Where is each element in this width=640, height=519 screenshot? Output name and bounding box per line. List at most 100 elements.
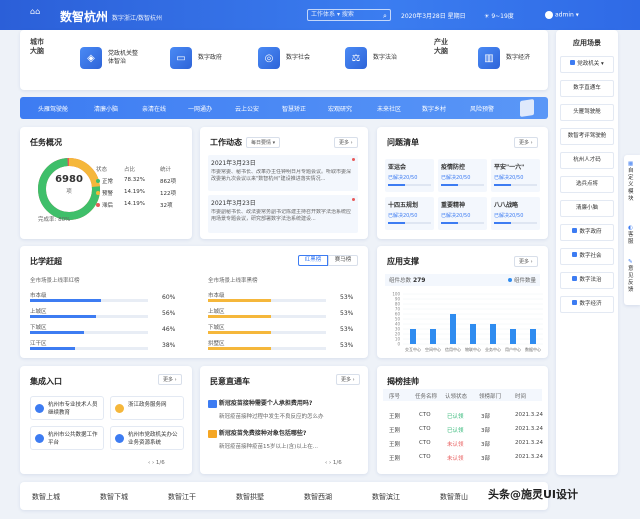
district-link[interactable]: 数智拱墅: [236, 492, 264, 502]
scene-item[interactable]: 清廉小脑: [560, 200, 614, 217]
nav-item[interactable]: 云上公安: [235, 104, 259, 113]
top-header: ⌂⌂ 数智杭州 数字浙江/数智杭州 工作体系 ▾ 搜索 ⌕ 2020年3月28日…: [0, 0, 640, 30]
scene-item[interactable]: 数字政府: [560, 224, 614, 241]
x-tick-label: 数据中心: [525, 346, 541, 352]
search-icon[interactable]: ⌕: [383, 12, 387, 21]
more-button[interactable]: 更多 ›: [514, 137, 538, 148]
work-dynamics-card: 工作动态 每日要情 ▾ 更多 › 2021年3月23日 市委常委、秘书长、改革办…: [200, 127, 368, 239]
card-title: 民意直通车: [210, 377, 250, 386]
user-menu[interactable]: admin ▾: [545, 11, 579, 19]
top-item-law[interactable]: ⚖ 数字法治: [345, 47, 397, 69]
news-item[interactable]: 2021年3月23日 市委常委、秘书长、改革办主任钟明日月专题会议。听取市委深改…: [208, 155, 358, 191]
more-button[interactable]: 更多 ›: [514, 256, 538, 267]
scene-item[interactable]: 数字直通车: [560, 80, 614, 97]
pager[interactable]: ‹ › 1/6: [325, 460, 342, 466]
opinion-item[interactable]: 新冠疫苗接种需要个人承担费用吗? 新冠疫苗接种过程中发生不良反应的怎么办: [208, 398, 360, 420]
table-row[interactable]: 王刚 CTO 未认领 3部 2021.3.24: [383, 440, 543, 452]
more-button[interactable]: 更多 ›: [334, 137, 358, 148]
prev-icon: ‹: [325, 460, 328, 466]
rank-bar: [208, 347, 271, 350]
issue-list-card: 问题清单 更多 › 亚运会 已解决20/50 疫情防控 已解决20/50 平安"…: [377, 127, 548, 239]
integration-item[interactable]: 浙江政务服务网: [110, 396, 184, 420]
table-row[interactable]: 王刚 CTO 未认领 3部 2021.3.24: [383, 454, 543, 466]
district-link[interactable]: 数智下城: [100, 492, 128, 502]
district-link[interactable]: 数智上城: [32, 492, 60, 502]
y-tick-label: 80: [395, 302, 401, 307]
nav-item[interactable]: 亲清在线: [142, 104, 166, 113]
scene-item[interactable]: 杭州人才码: [560, 152, 614, 169]
progress-bar: [494, 222, 537, 224]
integration-item[interactable]: 杭州市专业技术人员继续教育: [30, 396, 104, 420]
issue-item[interactable]: 十四五规划 已解决20/50: [385, 197, 434, 230]
scene-item[interactable]: 数字社会: [560, 248, 614, 265]
nav-item[interactable]: 风险预警: [470, 104, 494, 113]
district-link[interactable]: 数智江干: [168, 492, 196, 502]
headset-icon: ◐: [628, 225, 633, 231]
scene-item[interactable]: 数智考评驾驶舱: [560, 128, 614, 145]
status-dot: [96, 191, 100, 195]
district-link[interactable]: 数智萧山: [440, 492, 468, 502]
app-subtitle: 数字浙江/数智杭州: [112, 15, 163, 22]
table-row[interactable]: 王刚 CTO 已认领 3部 2021.3.24: [383, 426, 543, 438]
city-brain-bar: 城市大脑 产业大脑 ◈ 党政机关整体智治 ▭ 数字政府 ◎ 数字社会 ⚖ 数字法治 ▥ 数…: [20, 30, 548, 90]
nav-item[interactable]: 头雁驾驶舱: [38, 104, 68, 113]
top-item-society[interactable]: ◎ 数字社会: [258, 47, 310, 69]
nav-item[interactable]: 智慧矫正: [282, 104, 306, 113]
select-label: 工作体系: [311, 11, 336, 18]
nav-item[interactable]: 一网通办: [188, 104, 212, 113]
header-date: 2020年3月28日 星期日: [401, 13, 466, 20]
col-header: 占比: [124, 167, 136, 173]
opinion-item[interactable]: 新冠疫苗免费接种对象包括哪些? 新冠疫苗接种疫苗15岁以上(含)以上在...: [208, 428, 360, 450]
issue-item[interactable]: 平安"一六" 已解决20/50: [491, 159, 540, 192]
nav-item[interactable]: 清廉小脑: [94, 104, 118, 113]
district-link[interactable]: 数智西湖: [304, 492, 332, 502]
scene-item[interactable]: 党政机关 ▾: [560, 56, 614, 73]
issue-item[interactable]: 八八战略 已解决20/50: [491, 197, 540, 230]
top-item-gov[interactable]: ▭ 数字政府: [170, 47, 222, 69]
more-button[interactable]: 更多 ›: [158, 374, 182, 385]
rank-row: 市本级 53%: [208, 293, 354, 302]
work-system-select[interactable]: 工作体系 ▾ 搜索: [307, 9, 391, 21]
card-title: 比学赶超: [30, 257, 62, 266]
app-icon: [115, 404, 124, 413]
scene-item[interactable]: 数字法治: [560, 272, 614, 289]
top-item-party[interactable]: ◈ 党政机关整体智治: [80, 47, 138, 69]
col-header: 统计: [160, 167, 172, 173]
top-item-economy[interactable]: ▥ 数字经济: [478, 47, 530, 69]
scene-item[interactable]: 头雁驾驶舱: [560, 104, 614, 121]
y-tick-label: 50: [395, 317, 401, 322]
search-input[interactable]: 搜索: [342, 11, 354, 18]
integration-item[interactable]: 杭州市公共数据工作平台: [30, 426, 104, 450]
grid-icon: ▦: [628, 161, 634, 167]
issue-item[interactable]: 重要精神 已解决20/50: [438, 197, 487, 230]
custom-module-button[interactable]: ▦自定义模块: [628, 161, 636, 203]
more-button[interactable]: 更多 ›: [336, 374, 360, 385]
nav-item[interactable]: 数字乡村: [422, 104, 446, 113]
service-button[interactable]: ◐客服: [628, 225, 636, 246]
district-bar: 数智上城 数智下城 数智江干 数智拱墅 数智西湖 数智滨江 数智萧山: [20, 482, 548, 510]
tab-red-black[interactable]: 红黑榜: [298, 255, 328, 266]
integration-item[interactable]: 杭州市党政机关办公业务资源系统: [110, 426, 184, 450]
scene-item[interactable]: 选兵点将: [560, 176, 614, 193]
issue-item[interactable]: 亚运会 已解决20/50: [385, 159, 434, 192]
y-tick-label: 100: [392, 292, 400, 297]
task-unit: 项: [66, 189, 72, 195]
rank-bar: [30, 299, 101, 302]
monitor-icon: ▭: [170, 47, 192, 69]
nav-item[interactable]: 宏观研究: [328, 104, 352, 113]
table-row[interactable]: 王刚 CTO 已认领 3部 2021.3.24: [383, 412, 543, 424]
district-link[interactable]: 数智滨江: [372, 492, 400, 502]
tab-race[interactable]: 赛马榜: [328, 255, 358, 266]
daily-select[interactable]: 每日要情 ▾: [246, 137, 281, 148]
news-item[interactable]: 2021年3月23日 市委副秘书长、政法委常务副书记陈建主持召开数字法治系统应用…: [208, 195, 358, 233]
feedback-button[interactable]: ✎意见反馈: [628, 259, 636, 294]
next-icon: ›: [328, 460, 332, 466]
scene-panel: 应用场景 党政机关 ▾ 数字直通车 头雁驾驶舱 数智考评驾驶舱 杭州人才码 选兵…: [556, 30, 618, 475]
y-tick-label: 30: [395, 327, 401, 332]
issue-item[interactable]: 疫情防控 已解决20/50: [438, 159, 487, 192]
pager[interactable]: ‹ › 1/6: [148, 460, 165, 466]
nav-item[interactable]: 未来社区: [377, 104, 401, 113]
scene-item[interactable]: 数字经济: [560, 296, 614, 313]
next-icon: ›: [151, 460, 155, 466]
legend-label: 组件数量: [513, 278, 536, 284]
